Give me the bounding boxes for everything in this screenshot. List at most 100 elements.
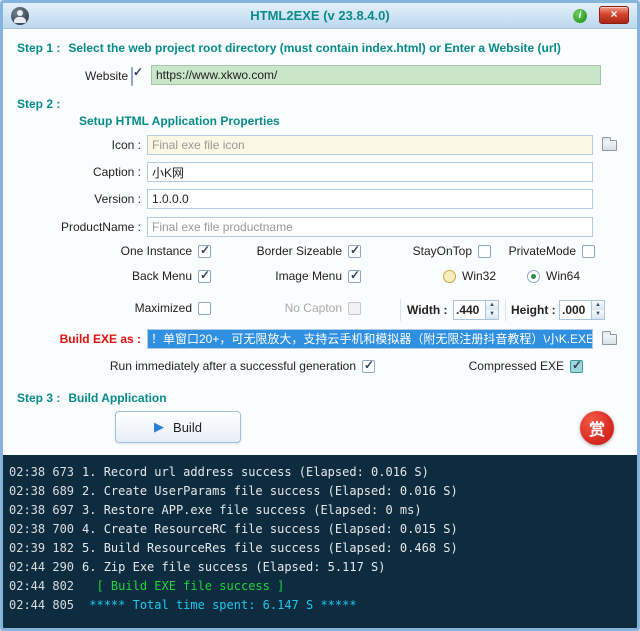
log-message: 6. Zip Exe file success (Elapsed: 5.117 …	[82, 558, 385, 577]
option-label: StayOnTop	[413, 244, 472, 258]
option-one-instance[interactable]: One Instance	[99, 244, 211, 258]
option-label: Maximized	[135, 301, 192, 315]
version-label: Version :	[11, 192, 141, 206]
build-exe-as-label: Build EXE as :	[11, 332, 141, 346]
log-line: 02:44 805 ***** Total time spent: 6.147 …	[9, 596, 631, 615]
step2-heading: Step 2 :	[17, 95, 60, 113]
option-label: PrivateMode	[509, 244, 576, 258]
reward-badge[interactable]: 赏	[580, 411, 614, 445]
option-compressed-exe[interactable]: Compressed EXE	[473, 359, 583, 373]
step3-heading: Step 3 : Build Application	[17, 389, 167, 407]
no-capton-checkbox	[348, 302, 361, 315]
stay-on-top-checkbox[interactable]	[478, 245, 491, 258]
log-line: 02:38 697 3. Restore APP.exe file success…	[9, 501, 631, 520]
step2-label: Step 2 :	[17, 97, 60, 111]
build-log-console[interactable]: 02:38 673 1. Record url address success (…	[3, 455, 637, 628]
icon-browse-folder-icon[interactable]	[602, 140, 617, 151]
window-title: HTML2EXE (v 23.8.4.0)	[3, 8, 637, 23]
website-label: Website	[85, 69, 128, 83]
build-button[interactable]: ▶ Build	[115, 411, 241, 443]
width-value: .440	[454, 301, 485, 319]
border-sizeable-checkbox[interactable]	[348, 245, 361, 258]
height-spinner[interactable]: .000 ▲▼	[559, 300, 605, 320]
height-spin-buttons[interactable]: ▲▼	[591, 301, 604, 319]
image-menu-checkbox[interactable]	[348, 270, 361, 283]
log-line: 02:38 673 1. Record url address success (…	[9, 463, 631, 482]
build-button-label: Build	[173, 420, 202, 435]
win64-radio[interactable]	[527, 270, 540, 283]
website-checkbox[interactable]	[131, 67, 133, 86]
caption-input[interactable]	[147, 162, 593, 182]
title-bar[interactable]: HTML2EXE (v 23.8.4.0) i ×	[3, 3, 637, 29]
option-stay-on-top[interactable]: StayOnTop	[395, 244, 491, 258]
close-button[interactable]: ×	[599, 6, 629, 24]
step1-label: Step 1 :	[17, 41, 60, 55]
width-spinner[interactable]: .440 ▲▼	[453, 300, 499, 320]
step3-label: Step 3 :	[17, 391, 60, 405]
option-win32[interactable]: Win32	[443, 269, 496, 283]
info-icon[interactable]: i	[573, 9, 587, 23]
maximized-checkbox[interactable]	[198, 302, 211, 315]
log-message: [ Build EXE file success ]	[82, 577, 284, 596]
log-timestamp: 02:38 700	[9, 520, 74, 539]
width-spin-buttons[interactable]: ▲▼	[485, 301, 498, 319]
log-timestamp: 02:38 689	[9, 482, 74, 501]
log-line: 02:38 689 2. Create UserParams file succe…	[9, 482, 631, 501]
log-message: 1. Record url address success (Elapsed: …	[82, 463, 429, 482]
compressed-exe-checkbox[interactable]	[570, 360, 583, 373]
option-border-sizeable[interactable]: Border Sizeable	[243, 244, 361, 258]
option-label: Image Menu	[275, 269, 342, 283]
app-window: HTML2EXE (v 23.8.4.0) i × Step 1 : Select…	[0, 0, 640, 631]
log-timestamp: 02:38 697	[9, 501, 74, 520]
step3-title: Build Application	[68, 391, 166, 405]
separator	[505, 299, 506, 321]
productname-input[interactable]	[147, 217, 593, 237]
log-message: 3. Restore APP.exe file success (Elapsed…	[82, 501, 422, 520]
version-input[interactable]	[147, 189, 593, 209]
website-input[interactable]	[151, 65, 601, 85]
log-timestamp: 02:44 805	[9, 596, 74, 615]
win32-radio[interactable]	[443, 270, 456, 283]
log-timestamp: 02:44 802	[9, 577, 74, 596]
option-label: Win64	[546, 269, 580, 283]
step1-instruction: Select the web project root directory (m…	[68, 41, 561, 55]
log-line: 02:39 182 5. Build ResourceRes file succe…	[9, 539, 631, 558]
option-back-menu[interactable]: Back Menu	[99, 269, 211, 283]
option-no-capton: No Capton	[243, 301, 361, 315]
build-exe-browse-folder-icon[interactable]	[602, 334, 617, 345]
option-label: No Capton	[285, 301, 342, 315]
spin-up-icon[interactable]: ▲	[486, 301, 498, 310]
build-exe-path-field[interactable]: ！单窗口20+，可无限放大，支持云手机和模拟器（附无限注册抖音教程）\小K.EX…	[147, 329, 593, 349]
width-label: Width :	[407, 303, 448, 317]
productname-label: ProductName :	[11, 220, 141, 234]
height-label: Height :	[511, 303, 556, 317]
step1-heading: Step 1 : Select the web project root dire…	[17, 39, 561, 57]
option-label: Run immediately after a successful gener…	[110, 359, 356, 373]
back-menu-checkbox[interactable]	[198, 270, 211, 283]
run-immediately-checkbox[interactable]	[362, 360, 375, 373]
play-icon: ▶	[154, 419, 164, 435]
option-maximized[interactable]: Maximized	[99, 301, 211, 315]
spin-down-icon[interactable]: ▼	[592, 310, 604, 319]
option-private-mode[interactable]: PrivateMode	[497, 244, 595, 258]
main-content: Step 1 : Select the web project root dire…	[3, 29, 637, 455]
private-mode-checkbox[interactable]	[582, 245, 595, 258]
option-image-menu[interactable]: Image Menu	[243, 269, 361, 283]
option-label: One Instance	[121, 244, 192, 258]
log-message: 5. Build ResourceRes file success (Elaps…	[82, 539, 458, 558]
separator	[400, 299, 401, 321]
option-win64[interactable]: Win64	[527, 269, 580, 283]
log-timestamp: 02:38 673	[9, 463, 74, 482]
log-line: 02:38 7004. Create ResourceRC file succe…	[9, 520, 631, 539]
log-timestamp: 02:39 182	[9, 539, 74, 558]
option-run-immediately[interactable]: Run immediately after a successful gener…	[99, 359, 375, 373]
build-exe-path-text: ！单窗口20+，可无限放大，支持云手机和模拟器（附无限注册抖音教程）\小K.EX…	[148, 330, 593, 348]
icon-input[interactable]	[147, 135, 593, 155]
spin-down-icon[interactable]: ▼	[486, 310, 498, 319]
one-instance-checkbox[interactable]	[198, 245, 211, 258]
log-line: 02:44 802 [ Build EXE file success ]	[9, 577, 631, 596]
option-label: Border Sizeable	[257, 244, 342, 258]
log-line: 02:44 2906. Zip Exe file success (Elapse…	[9, 558, 631, 577]
spin-up-icon[interactable]: ▲	[592, 301, 604, 310]
log-message: 2. Create UserParams file success (Elaps…	[82, 482, 458, 501]
